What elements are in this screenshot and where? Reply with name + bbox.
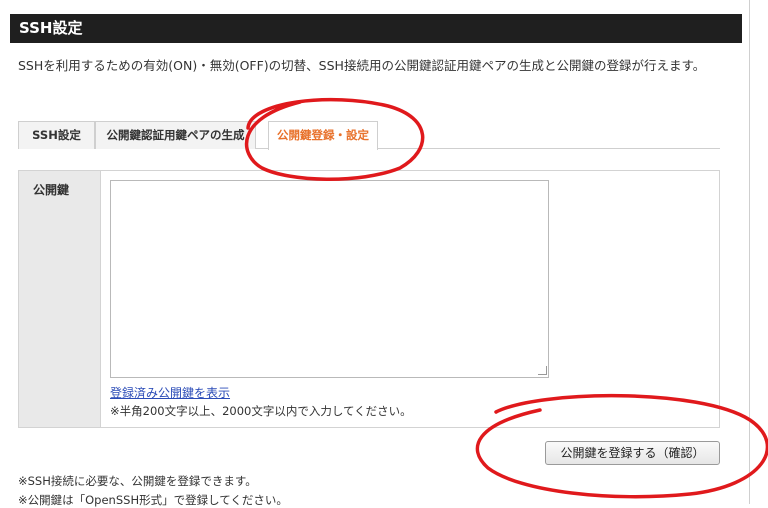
tab-keypair-generation[interactable]: 公開鍵認証用鍵ペアの生成 [95,121,256,149]
page-title: SSH設定 [10,14,742,43]
tab-public-key-registration[interactable]: 公開鍵登録・設定 [268,121,378,150]
register-key-confirm-button[interactable]: 公開鍵を登録する（確認） [545,441,720,465]
footer-note-2: ※公開鍵は「OpenSSH形式」で登録してください。 [18,493,288,507]
public-key-textarea[interactable] [110,180,549,378]
public-key-label: 公開鍵 [33,183,70,197]
textarea-resize-handle[interactable] [538,366,547,375]
show-registered-keys-link[interactable]: 登録済み公開鍵を表示 [110,384,230,401]
page-description: SSHを利用するための有効(ON)・無効(OFF)の切替、SSH接続用の公開鍵認… [18,58,706,73]
form-label-cell: 公開鍵 [19,171,101,427]
right-divider [749,0,750,504]
tab-ssh-settings[interactable]: SSH設定 [18,121,95,149]
input-length-note: ※半角200文字以上、2000文字以内で入力してください。 [110,404,412,418]
footer-note-1: ※SSH接続に必要な、公開鍵を登録できます。 [18,474,257,488]
